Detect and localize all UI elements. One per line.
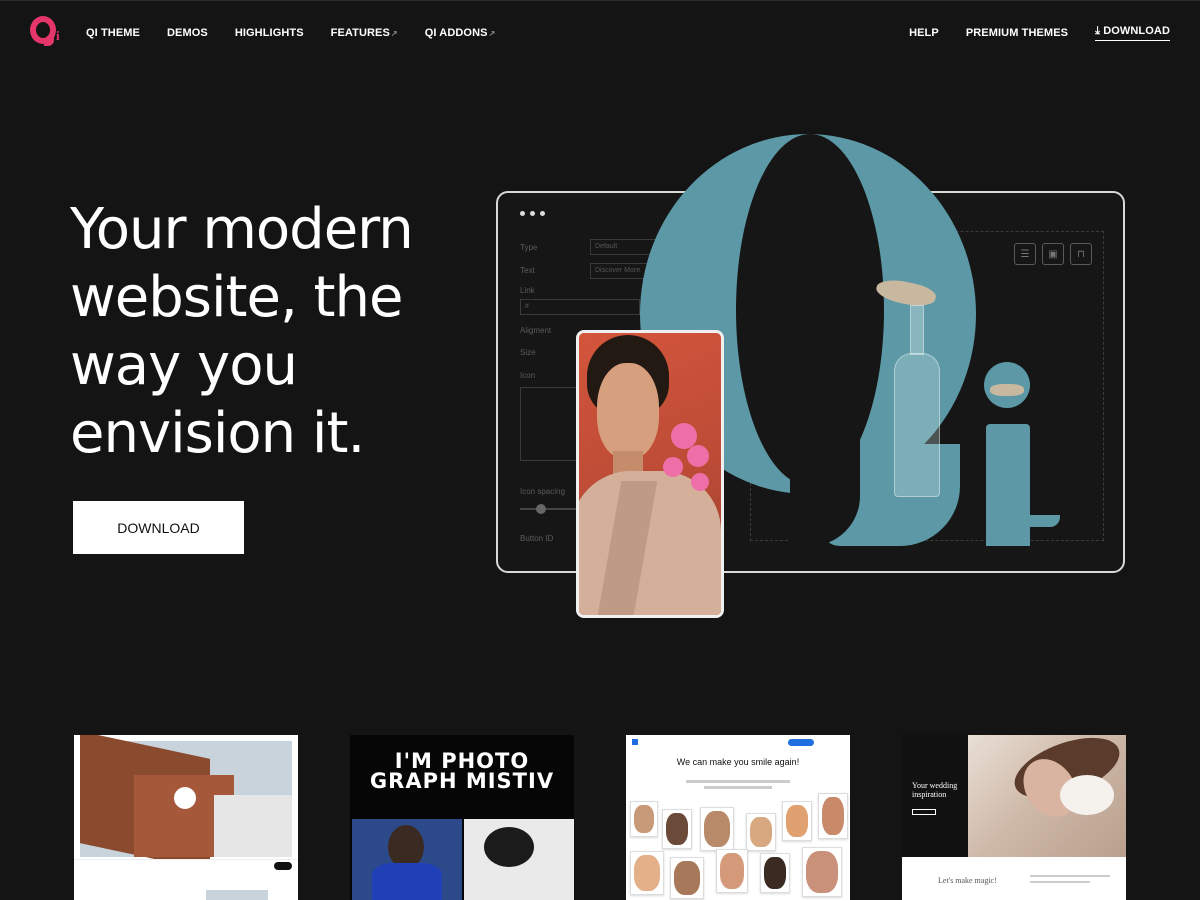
photography-headline: I'M PHOTO GRAPH MISTIV [369, 749, 555, 793]
field-link: # [520, 299, 640, 315]
download-icon: ⤓ [1095, 24, 1104, 37]
hero-title: Your modern website, the way you envisio… [70, 197, 414, 466]
nav-qi-theme[interactable]: QI THEME [86, 27, 140, 39]
wedding-headline: Your wedding inspiration [912, 781, 958, 799]
i-letter-stem [986, 424, 1030, 546]
field-label-type: Type [520, 243, 538, 252]
i-letter-dot [984, 362, 1030, 408]
top-navigation: i QI THEME DEMOS HIGHLIGHTS FEATURES↗ QI… [0, 0, 1200, 64]
save-icon: ▣ [1042, 243, 1064, 265]
wedding-tagline: Let's make magic! [938, 876, 997, 885]
window-dots [520, 211, 545, 216]
icon-spacing-slider [520, 504, 580, 514]
nav-qi-addons[interactable]: QI ADDONS↗ [425, 27, 496, 39]
i-letter-foot [1026, 515, 1060, 527]
glass-bottle [892, 305, 942, 497]
field-label-icon: Icon [520, 371, 536, 380]
inbox-icon: ⊓ [1070, 243, 1092, 265]
external-link-icon: ↗ [390, 28, 398, 38]
field-label-alignment: Aligment [520, 326, 552, 335]
nav-help[interactable]: HELP [909, 27, 939, 39]
nav-demos[interactable]: DEMOS [167, 27, 208, 39]
field-label-text: Text [520, 266, 535, 275]
field-label-link: Link [520, 286, 535, 295]
nav-highlights[interactable]: HIGHLIGHTS [235, 27, 304, 39]
demo-thumbnail-photography[interactable]: I'M PHOTO GRAPH MISTIV [350, 735, 574, 900]
qi-logo[interactable]: i [30, 15, 64, 50]
hero-download-button[interactable]: DOWNLOAD [73, 501, 244, 554]
nav-features[interactable]: FEATURES↗ [331, 27, 398, 39]
icon-picker-box [520, 387, 580, 461]
qi-badge [174, 787, 196, 809]
field-label-icon-spacing: Icon spacing [520, 487, 565, 496]
external-link-icon: ↗ [488, 28, 496, 38]
nav-right-menu: HELP PREMIUM THEMES ⤓ DOWNLOAD [882, 25, 1170, 41]
field-label-button-id: Button ID [520, 534, 554, 543]
field-label-size: Size [520, 348, 536, 357]
phone-portrait-image [576, 330, 724, 618]
demo-thumbnail-dentist[interactable]: We can make you smile again! [626, 735, 850, 900]
nav-left-menu: QI THEME DEMOS HIGHLIGHTS FEATURES↗ QI A… [86, 27, 522, 39]
nav-premium-themes[interactable]: PREMIUM THEMES [966, 27, 1068, 39]
demo-thumbnail-wedding[interactable]: Your wedding inspiration Let's make magi… [902, 735, 1126, 900]
sliders-icon: ☰ [1014, 243, 1036, 265]
dentist-headline: We can make you smile again! [676, 757, 800, 767]
nav-download[interactable]: ⤓ DOWNLOAD [1095, 25, 1170, 41]
demo-thumbnail-architecture[interactable] [74, 735, 298, 900]
